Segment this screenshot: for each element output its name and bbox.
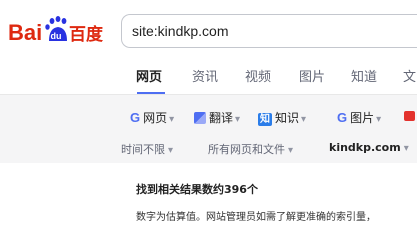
chevron-down-icon: ▾ bbox=[288, 145, 294, 156]
result-count: 找到相关结果数约396个 bbox=[136, 183, 258, 196]
search-tabs: 网页 资讯 视频 图片 知道 文 bbox=[0, 64, 417, 94]
search-input[interactable] bbox=[121, 14, 417, 48]
g-icon: G bbox=[337, 110, 348, 125]
tab-zhidao[interactable]: 知道 bbox=[351, 66, 377, 85]
tab-news[interactable]: 资讯 bbox=[192, 66, 218, 85]
logo-text-baidu: 百度 bbox=[69, 24, 104, 45]
logo-text-bai: Bai bbox=[8, 20, 42, 45]
tool-translate[interactable]: 翻译 ▾ bbox=[194, 109, 240, 126]
filter-site-label: kindkp.com bbox=[329, 141, 401, 154]
filter-time-label: 时间不限 bbox=[121, 143, 165, 156]
filter-doctype-label: 所有网页和文件 bbox=[208, 143, 285, 156]
toolbar: G 网页 ▾ 翻译 ▾ 知知识 ▾ G 图片 ▾ 时间不限 ▾ 所有网页和文件 ▾ kindkp… bbox=[0, 95, 417, 163]
header: Bai du 百度 bbox=[0, 0, 417, 64]
tab-video[interactable]: 视频 bbox=[245, 66, 271, 85]
tool-zhidao[interactable]: 知知识 ▾ bbox=[258, 109, 306, 126]
chevron-down-icon: ▾ bbox=[168, 145, 174, 156]
chevron-down-icon: ▾ bbox=[403, 143, 409, 154]
svg-text:du: du bbox=[51, 31, 62, 41]
tool-web[interactable]: G 网页 ▾ bbox=[130, 109, 174, 126]
chevron-down-icon: ▾ bbox=[169, 114, 175, 125]
tab-wenku[interactable]: 文 bbox=[403, 66, 416, 85]
tool-images-label: 图片 bbox=[350, 111, 375, 125]
baidu-logo[interactable]: Bai du 百度 bbox=[8, 16, 118, 46]
paw-icon: du bbox=[45, 16, 67, 41]
tool-zhidao-label: 知识 bbox=[275, 111, 300, 125]
tool-translate-label: 翻译 bbox=[209, 111, 234, 125]
tool-video[interactable] bbox=[404, 109, 415, 123]
chevron-down-icon: ▾ bbox=[376, 114, 382, 125]
result-note: 数字为估算值。网站管理员如需了解更准确的索引量， bbox=[136, 212, 376, 223]
filter-doctype[interactable]: 所有网页和文件 ▾ bbox=[208, 141, 293, 157]
g-icon: G bbox=[130, 110, 141, 125]
translate-icon bbox=[194, 112, 206, 124]
tool-web-label: 网页 bbox=[143, 111, 168, 125]
filter-site[interactable]: kindkp.com ▾ bbox=[329, 141, 409, 154]
chevron-down-icon: ▾ bbox=[301, 114, 307, 125]
tool-images[interactable]: G 图片 ▾ bbox=[337, 109, 381, 126]
video-icon bbox=[404, 111, 415, 121]
chevron-down-icon: ▾ bbox=[235, 114, 241, 125]
tab-web[interactable]: 网页 bbox=[136, 66, 162, 85]
tab-images[interactable]: 图片 bbox=[299, 66, 325, 85]
filter-time[interactable]: 时间不限 ▾ bbox=[121, 141, 173, 157]
zhidao-icon: 知 bbox=[258, 113, 272, 126]
